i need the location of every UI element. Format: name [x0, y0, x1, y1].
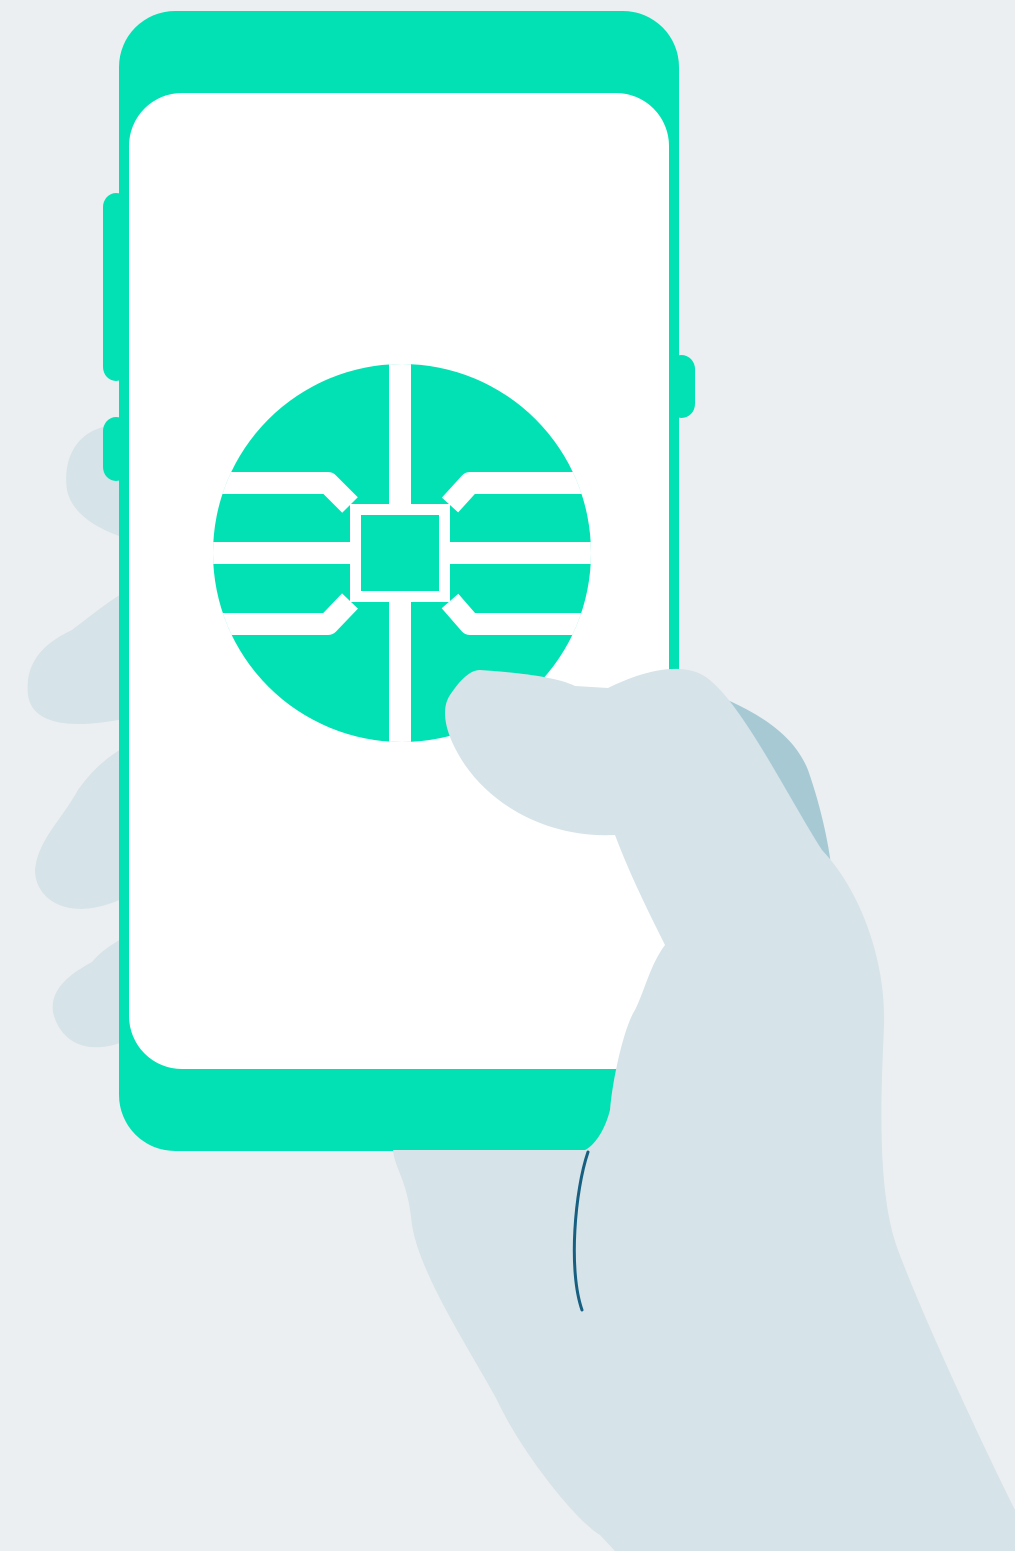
finger-third [35, 745, 128, 909]
finger-fourth [52, 935, 128, 1048]
illustration [27, 11, 1015, 1551]
back-fingers [27, 425, 128, 1048]
finger-second [27, 590, 128, 725]
